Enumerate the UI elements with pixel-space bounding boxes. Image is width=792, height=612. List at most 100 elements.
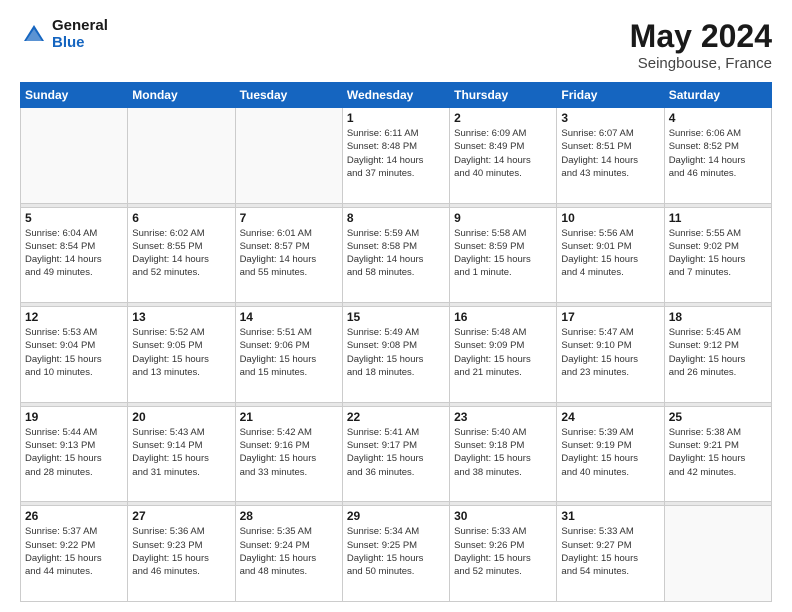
title-block: May 2024 Seingbouse, France bbox=[630, 18, 772, 72]
calendar-day bbox=[664, 506, 771, 602]
calendar-day: 31 Sunrise: 5:33 AMSunset: 9:27 PMDayligh… bbox=[557, 506, 664, 602]
col-monday: Monday bbox=[128, 83, 235, 108]
day-info: Sunrise: 5:43 AMSunset: 9:14 PMDaylight:… bbox=[132, 426, 230, 479]
calendar-day bbox=[235, 108, 342, 204]
calendar-week-5: 26 Sunrise: 5:37 AMSunset: 9:22 PMDayligh… bbox=[21, 506, 772, 602]
calendar-week-3: 12 Sunrise: 5:53 AMSunset: 9:04 PMDayligh… bbox=[21, 307, 772, 403]
day-number: 16 bbox=[454, 310, 552, 324]
calendar-day: 14Sunrise: 5:51 AMSunset: 9:06 PMDayligh… bbox=[235, 307, 342, 403]
day-info: Sunrise: 5:34 AMSunset: 9:25 PMDaylight:… bbox=[347, 525, 445, 578]
day-info: Sunrise: 5:56 AMSunset: 9:01 PMDaylight:… bbox=[561, 227, 659, 280]
logo: General Blue bbox=[20, 18, 108, 51]
calendar-day: 22 Sunrise: 5:41 AMSunset: 9:17 PMDayligh… bbox=[342, 406, 449, 502]
col-wednesday: Wednesday bbox=[342, 83, 449, 108]
calendar-day: 11 Sunrise: 5:55 AMSunset: 9:02 PMDayligh… bbox=[664, 207, 771, 303]
day-number: 4 bbox=[669, 111, 767, 125]
page: General Blue May 2024 Seingbouse, France… bbox=[0, 0, 792, 612]
day-number: 19 bbox=[25, 410, 123, 424]
day-info: Sunrise: 5:47 AMSunset: 9:10 PMDaylight:… bbox=[561, 326, 659, 379]
day-number: 27 bbox=[132, 509, 230, 523]
logo-blue-text: Blue bbox=[52, 35, 108, 52]
day-info: Sunrise: 5:53 AMSunset: 9:04 PMDaylight:… bbox=[25, 326, 123, 379]
col-thursday: Thursday bbox=[450, 83, 557, 108]
day-info: Sunrise: 5:45 AMSunset: 9:12 PMDaylight:… bbox=[669, 326, 767, 379]
calendar-day: 1 Sunrise: 6:11 AMSunset: 8:48 PMDaylight… bbox=[342, 108, 449, 204]
calendar-day: 8 Sunrise: 5:59 AMSunset: 8:58 PMDaylight… bbox=[342, 207, 449, 303]
calendar-day: 3 Sunrise: 6:07 AMSunset: 8:51 PMDaylight… bbox=[557, 108, 664, 204]
day-info: Sunrise: 5:41 AMSunset: 9:17 PMDaylight:… bbox=[347, 426, 445, 479]
calendar-header-row: Sunday Monday Tuesday Wednesday Thursday… bbox=[21, 83, 772, 108]
calendar-day: 24Sunrise: 5:39 AMSunset: 9:19 PMDayligh… bbox=[557, 406, 664, 502]
day-number: 26 bbox=[25, 509, 123, 523]
calendar-week-4: 19Sunrise: 5:44 AMSunset: 9:13 PMDayligh… bbox=[21, 406, 772, 502]
calendar-day: 12 Sunrise: 5:53 AMSunset: 9:04 PMDayligh… bbox=[21, 307, 128, 403]
calendar: Sunday Monday Tuesday Wednesday Thursday… bbox=[20, 82, 772, 602]
day-number: 7 bbox=[240, 211, 338, 225]
calendar-day: 6Sunrise: 6:02 AMSunset: 8:55 PMDaylight… bbox=[128, 207, 235, 303]
calendar-day: 29Sunrise: 5:34 AMSunset: 9:25 PMDayligh… bbox=[342, 506, 449, 602]
calendar-day: 18 Sunrise: 5:45 AMSunset: 9:12 PMDayligh… bbox=[664, 307, 771, 403]
day-info: Sunrise: 5:36 AMSunset: 9:23 PMDaylight:… bbox=[132, 525, 230, 578]
day-number: 25 bbox=[669, 410, 767, 424]
calendar-day: 13Sunrise: 5:52 AMSunset: 9:05 PMDayligh… bbox=[128, 307, 235, 403]
day-number: 2 bbox=[454, 111, 552, 125]
logo-icon bbox=[20, 21, 48, 49]
calendar-day: 21 Sunrise: 5:42 AMSunset: 9:16 PMDayligh… bbox=[235, 406, 342, 502]
day-number: 10 bbox=[561, 211, 659, 225]
day-number: 15 bbox=[347, 310, 445, 324]
subtitle: Seingbouse, France bbox=[630, 55, 772, 72]
calendar-day: 16 Sunrise: 5:48 AMSunset: 9:09 PMDayligh… bbox=[450, 307, 557, 403]
day-number: 31 bbox=[561, 509, 659, 523]
day-number: 12 bbox=[25, 310, 123, 324]
day-number: 23 bbox=[454, 410, 552, 424]
day-number: 3 bbox=[561, 111, 659, 125]
day-info: Sunrise: 5:33 AMSunset: 9:27 PMDaylight:… bbox=[561, 525, 659, 578]
calendar-day: 10 Sunrise: 5:56 AMSunset: 9:01 PMDayligh… bbox=[557, 207, 664, 303]
day-info: Sunrise: 5:58 AMSunset: 8:59 PMDaylight:… bbox=[454, 227, 552, 280]
day-number: 11 bbox=[669, 211, 767, 225]
day-number: 21 bbox=[240, 410, 338, 424]
calendar-day: 9 Sunrise: 5:58 AMSunset: 8:59 PMDaylight… bbox=[450, 207, 557, 303]
day-number: 5 bbox=[25, 211, 123, 225]
day-info: Sunrise: 5:37 AMSunset: 9:22 PMDaylight:… bbox=[25, 525, 123, 578]
calendar-day bbox=[128, 108, 235, 204]
day-info: Sunrise: 6:04 AMSunset: 8:54 PMDaylight:… bbox=[25, 227, 123, 280]
day-info: Sunrise: 5:42 AMSunset: 9:16 PMDaylight:… bbox=[240, 426, 338, 479]
col-tuesday: Tuesday bbox=[235, 83, 342, 108]
day-number: 1 bbox=[347, 111, 445, 125]
calendar-week-1: 1 Sunrise: 6:11 AMSunset: 8:48 PMDaylight… bbox=[21, 108, 772, 204]
day-info: Sunrise: 5:49 AMSunset: 9:08 PMDaylight:… bbox=[347, 326, 445, 379]
calendar-day: 2 Sunrise: 6:09 AMSunset: 8:49 PMDaylight… bbox=[450, 108, 557, 204]
calendar-day: 15 Sunrise: 5:49 AMSunset: 9:08 PMDayligh… bbox=[342, 307, 449, 403]
day-info: Sunrise: 5:38 AMSunset: 9:21 PMDaylight:… bbox=[669, 426, 767, 479]
day-info: Sunrise: 6:09 AMSunset: 8:49 PMDaylight:… bbox=[454, 127, 552, 180]
header: General Blue May 2024 Seingbouse, France bbox=[20, 18, 772, 72]
calendar-week-2: 5 Sunrise: 6:04 AMSunset: 8:54 PMDaylight… bbox=[21, 207, 772, 303]
calendar-day: 23Sunrise: 5:40 AMSunset: 9:18 PMDayligh… bbox=[450, 406, 557, 502]
calendar-day: 20 Sunrise: 5:43 AMSunset: 9:14 PMDayligh… bbox=[128, 406, 235, 502]
day-info: Sunrise: 5:59 AMSunset: 8:58 PMDaylight:… bbox=[347, 227, 445, 280]
calendar-day: 27 Sunrise: 5:36 AMSunset: 9:23 PMDayligh… bbox=[128, 506, 235, 602]
day-number: 14 bbox=[240, 310, 338, 324]
col-saturday: Saturday bbox=[664, 83, 771, 108]
day-number: 28 bbox=[240, 509, 338, 523]
day-info: Sunrise: 6:07 AMSunset: 8:51 PMDaylight:… bbox=[561, 127, 659, 180]
calendar-day: 30Sunrise: 5:33 AMSunset: 9:26 PMDayligh… bbox=[450, 506, 557, 602]
day-info: Sunrise: 6:11 AMSunset: 8:48 PMDaylight:… bbox=[347, 127, 445, 180]
day-number: 20 bbox=[132, 410, 230, 424]
main-title: May 2024 bbox=[630, 18, 772, 55]
day-info: Sunrise: 6:01 AMSunset: 8:57 PMDaylight:… bbox=[240, 227, 338, 280]
day-info: Sunrise: 5:55 AMSunset: 9:02 PMDaylight:… bbox=[669, 227, 767, 280]
day-info: Sunrise: 6:06 AMSunset: 8:52 PMDaylight:… bbox=[669, 127, 767, 180]
day-number: 8 bbox=[347, 211, 445, 225]
day-info: Sunrise: 5:39 AMSunset: 9:19 PMDaylight:… bbox=[561, 426, 659, 479]
calendar-day: 17 Sunrise: 5:47 AMSunset: 9:10 PMDayligh… bbox=[557, 307, 664, 403]
day-number: 13 bbox=[132, 310, 230, 324]
day-number: 17 bbox=[561, 310, 659, 324]
day-number: 18 bbox=[669, 310, 767, 324]
day-number: 9 bbox=[454, 211, 552, 225]
logo-general-text: General bbox=[52, 18, 108, 35]
calendar-day: 7 Sunrise: 6:01 AMSunset: 8:57 PMDaylight… bbox=[235, 207, 342, 303]
day-info: Sunrise: 5:48 AMSunset: 9:09 PMDaylight:… bbox=[454, 326, 552, 379]
day-number: 22 bbox=[347, 410, 445, 424]
